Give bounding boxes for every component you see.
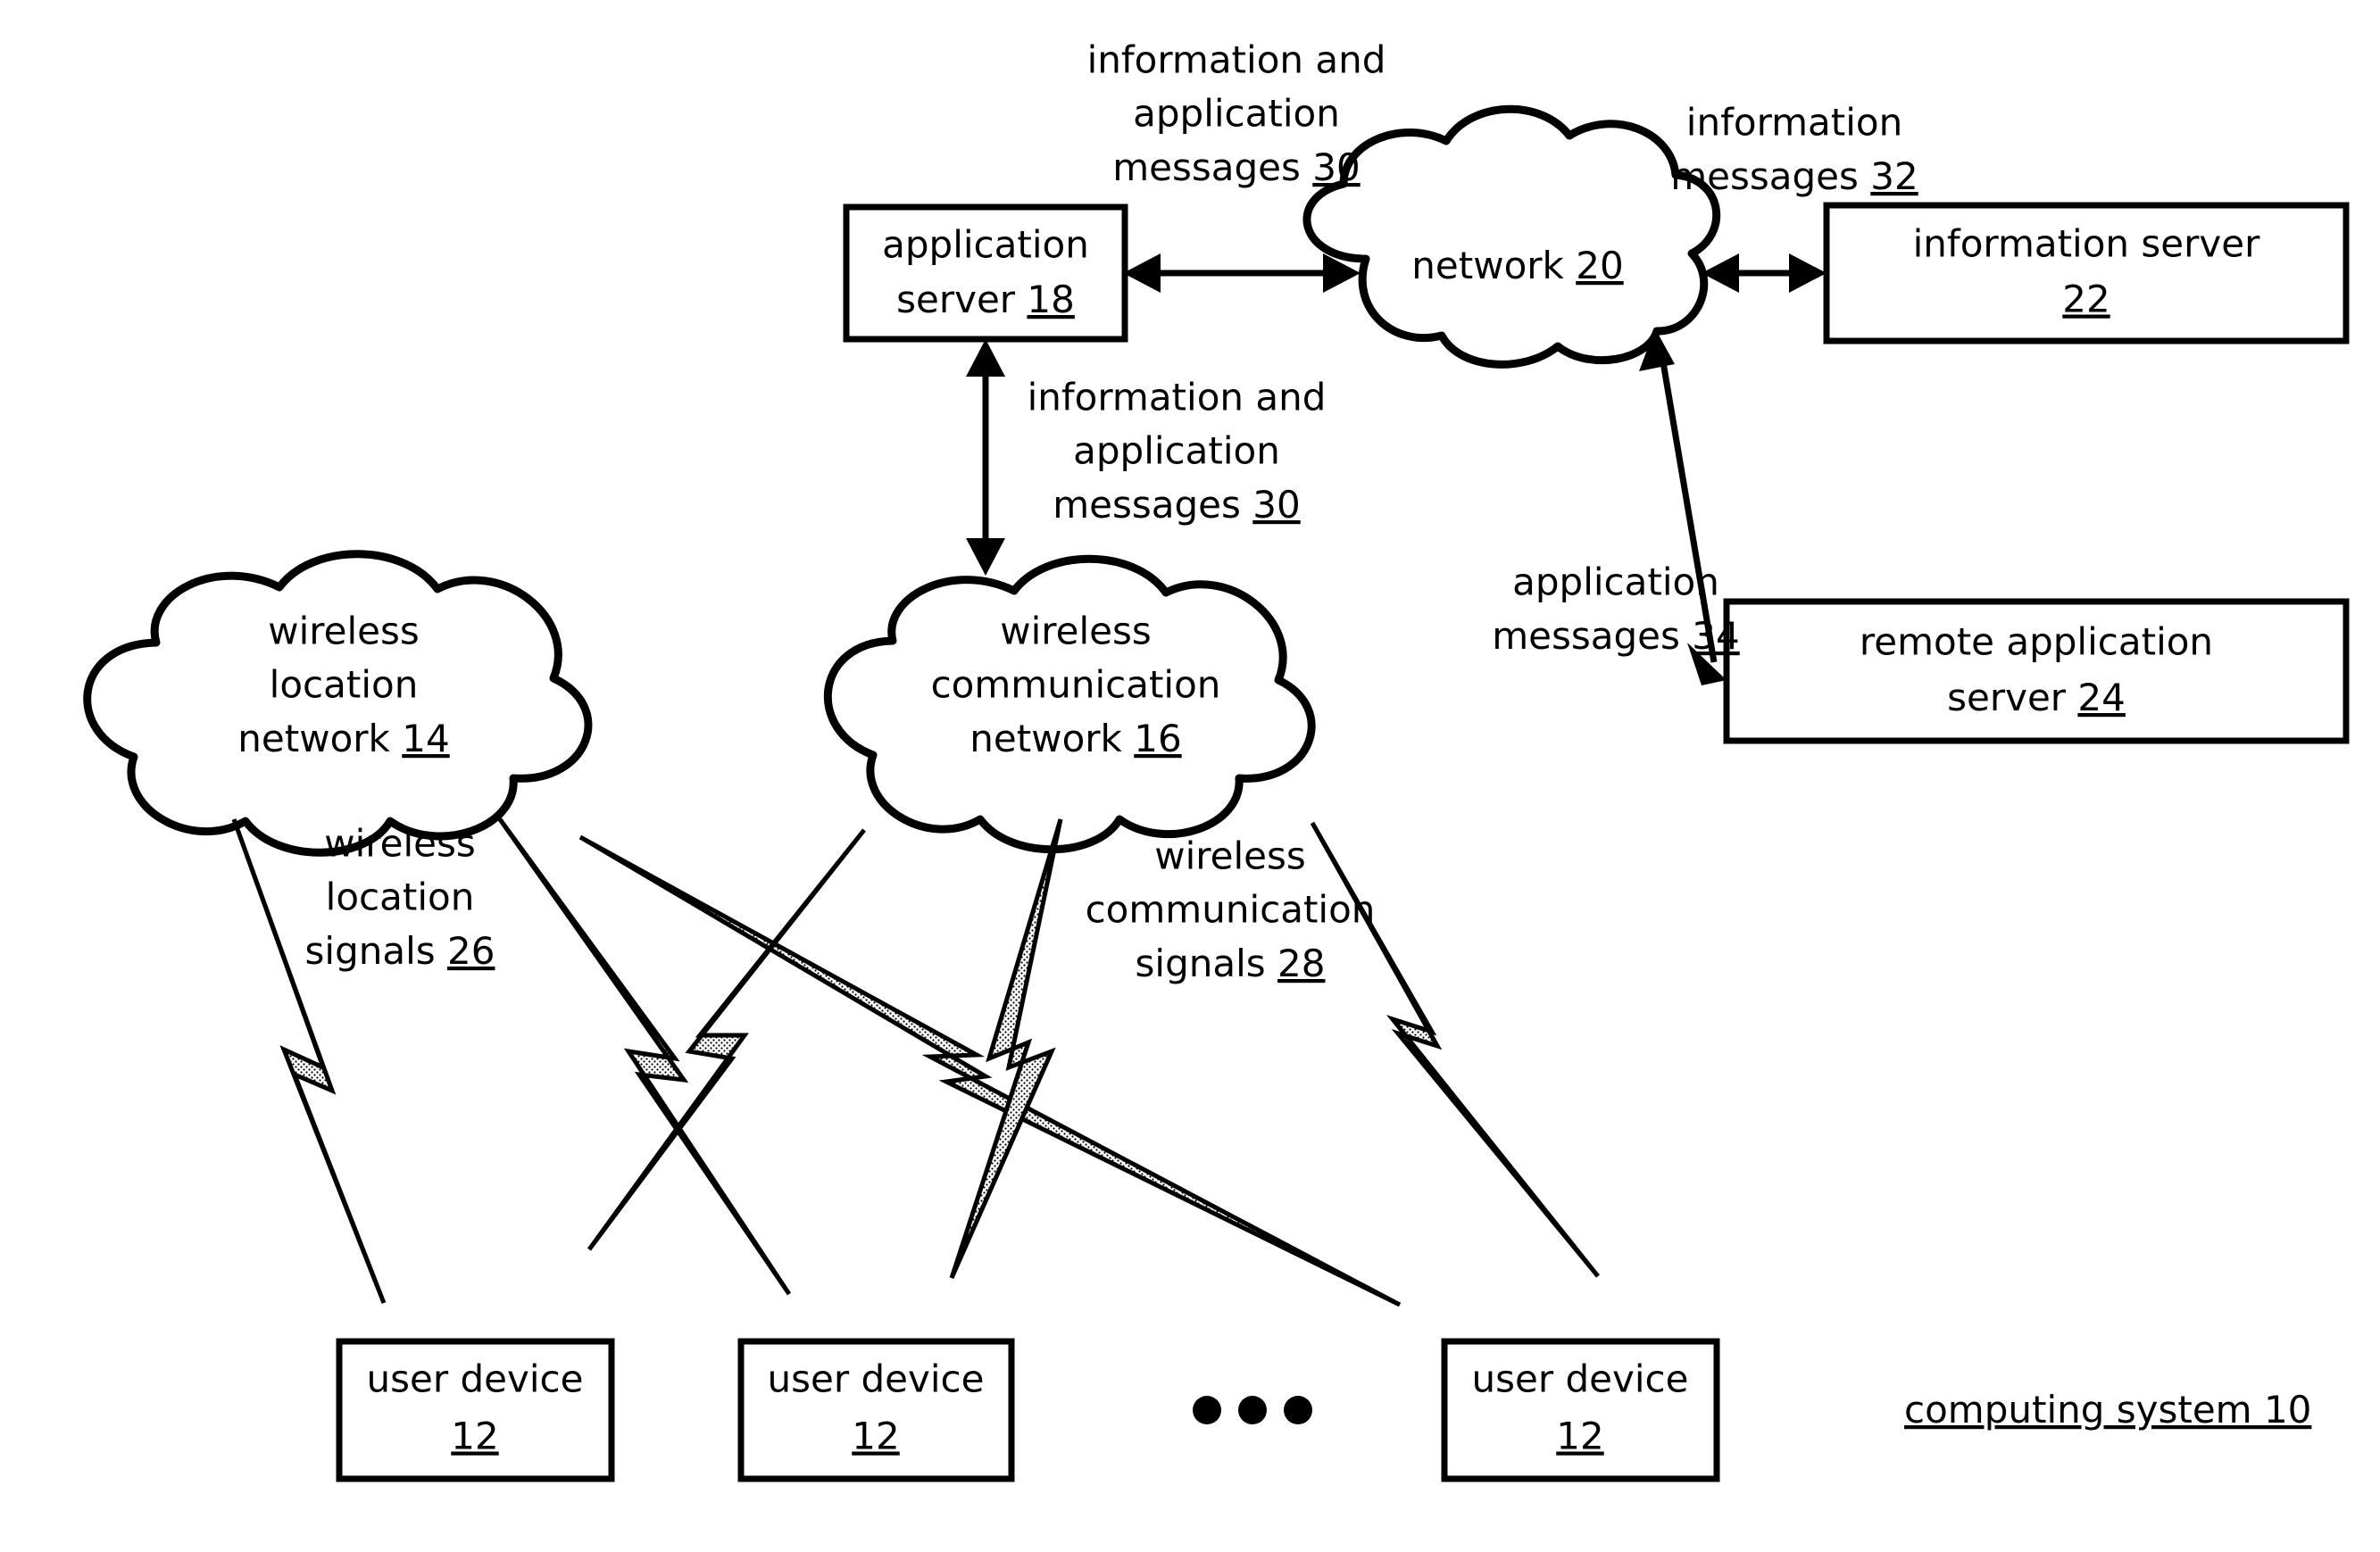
node-remote-application-server[interactable]: remote application server 24 bbox=[1723, 598, 2350, 744]
network-infoserver-arrow-right bbox=[1789, 253, 1827, 293]
appserver-wcn-label-line1: information and bbox=[1028, 376, 1327, 419]
network-ref: 20 bbox=[1576, 244, 1623, 287]
label-appserver-wcn-messages: information and application messages 30 bbox=[1028, 376, 1327, 527]
wireless-communication-signals-label-line1: wireless bbox=[1154, 834, 1305, 878]
remote-application-server-label-line1: remote application bbox=[1860, 620, 2213, 664]
wireless-location-signal-bolt-2 bbox=[497, 817, 792, 1296]
appserver-network-label-line3: messages 30 bbox=[1112, 145, 1360, 189]
user-device-3-ref: 12 bbox=[1556, 1415, 1603, 1458]
network-cloud-shape bbox=[1302, 104, 1721, 369]
appserver-wcn-label-line3-text: messages bbox=[1053, 483, 1241, 527]
user-device-1-ref: 12 bbox=[451, 1415, 498, 1458]
label-network-infoserver-messages: information messages 32 bbox=[1670, 101, 1918, 198]
information-server-label: information server bbox=[1913, 222, 2260, 266]
appserver-network-label-line2: application bbox=[1133, 92, 1340, 136]
network-remoteserver-label-line2: messages 34 bbox=[1492, 614, 1739, 658]
appserver-wcn-label-ref: 30 bbox=[1252, 483, 1300, 527]
wireless-communication-network-label-line3-text: network bbox=[969, 717, 1122, 760]
wireless-location-signals-label-line3-text: signals bbox=[305, 929, 436, 973]
network-label-text: network bbox=[1411, 244, 1564, 287]
appserver-wcn-arrow-up bbox=[966, 339, 1005, 377]
wireless-communication-signals-label-line2: communication bbox=[1086, 888, 1376, 932]
application-server-ref: 18 bbox=[1027, 278, 1074, 321]
network-infoserver-label-line2-text: messages bbox=[1670, 154, 1859, 198]
wireless-location-signals-label-ref: 26 bbox=[447, 929, 495, 973]
node-user-device-1[interactable]: user device 12 bbox=[336, 1338, 615, 1482]
node-user-device-2[interactable]: user device 12 bbox=[737, 1338, 1015, 1482]
wireless-location-network-label-line2: location bbox=[270, 663, 419, 707]
application-server-label-line2-text: server bbox=[896, 278, 1016, 321]
wireless-location-signals-label-line1: wireless bbox=[324, 822, 475, 866]
wireless-location-network-label-line3-text: network bbox=[237, 717, 390, 760]
network-remoteserver-label-line2-text: messages bbox=[1492, 614, 1680, 658]
ellipsis-dot-1 bbox=[1193, 1396, 1221, 1424]
user-device-1-label: user device bbox=[367, 1357, 584, 1401]
ellipsis-dot-3 bbox=[1284, 1396, 1312, 1424]
connection-network-infoserver bbox=[1702, 253, 1827, 293]
appserver-network-label-line3-text: messages bbox=[1112, 145, 1301, 189]
appserver-wcn-arrow-down bbox=[966, 538, 1005, 576]
wireless-location-network-label-line3: network 14 bbox=[237, 717, 449, 760]
appserver-network-label-ref: 30 bbox=[1312, 145, 1360, 189]
network-remoteserver-label-line1: application bbox=[1512, 560, 1719, 604]
user-device-2-label: user device bbox=[768, 1357, 985, 1401]
appserver-wcn-label-line3: messages 30 bbox=[1053, 483, 1300, 527]
appserver-wcn-label-line2: application bbox=[1073, 429, 1280, 473]
connection-appserver-wcn bbox=[966, 339, 1005, 576]
user-device-2-ref: 12 bbox=[852, 1415, 899, 1458]
user-device-3-label: user device bbox=[1472, 1357, 1689, 1401]
network-label: network 20 bbox=[1411, 244, 1623, 287]
wireless-communication-signals-label-line3: signals 28 bbox=[1136, 942, 1326, 985]
label-appserver-network-messages: information and application messages 30 bbox=[1087, 38, 1386, 189]
node-information-server[interactable]: information server 22 bbox=[1823, 202, 2350, 344]
node-user-device-3[interactable]: user device 12 bbox=[1441, 1338, 1720, 1482]
network-infoserver-label-line1: information bbox=[1686, 101, 1902, 145]
application-server-label-line2: server 18 bbox=[896, 278, 1075, 321]
appserver-network-label-line1: information and bbox=[1087, 38, 1386, 82]
figure-caption: computing system 10 bbox=[1904, 1388, 2311, 1432]
label-wireless-location-signals: wireless location signals 26 bbox=[305, 822, 495, 973]
patent-figure-diagram: application server 18 network 20 informa… bbox=[83, 38, 2350, 1482]
user-devices-ellipsis bbox=[1193, 1396, 1312, 1424]
remote-application-server-label-line2-text: server bbox=[1947, 676, 2067, 719]
network-infoserver-label-ref: 32 bbox=[1870, 154, 1918, 198]
application-server-label-line1: application bbox=[882, 223, 1089, 267]
wireless-location-network-label-line1: wireless bbox=[268, 610, 419, 653]
network-remoteserver-label-ref: 34 bbox=[1692, 614, 1739, 658]
remote-application-server-ref: 24 bbox=[2077, 676, 2125, 719]
ellipsis-dot-2 bbox=[1238, 1396, 1267, 1424]
connection-appserver-network bbox=[1123, 253, 1361, 293]
appserver-network-arrow-left bbox=[1123, 253, 1161, 293]
network-infoserver-label-line2: messages 32 bbox=[1670, 154, 1918, 198]
wireless-location-signals-label-line3: signals 26 bbox=[305, 929, 495, 973]
wireless-location-signals-label-line2: location bbox=[326, 876, 475, 919]
wireless-communication-network-label-line1: wireless bbox=[1000, 610, 1151, 653]
node-network-cloud[interactable]: network 20 bbox=[1302, 104, 1721, 369]
wireless-communication-network-ref: 16 bbox=[1134, 717, 1181, 760]
wireless-communication-network-label-line3: network 16 bbox=[969, 717, 1181, 760]
node-wireless-location-network[interactable]: wireless location network 14 bbox=[83, 550, 593, 857]
wireless-location-network-ref: 14 bbox=[402, 717, 449, 760]
wireless-communication-signals-label-ref: 28 bbox=[1277, 942, 1325, 985]
node-wireless-communication-network[interactable]: wireless communication network 16 bbox=[823, 554, 1316, 854]
node-application-server[interactable]: application server 18 bbox=[843, 203, 1128, 343]
wireless-communication-network-label-line2: communication bbox=[931, 663, 1221, 707]
remote-application-server-label-line2: server 24 bbox=[1947, 676, 2126, 719]
figure-root: application server 18 network 20 informa… bbox=[0, 0, 2380, 1552]
wireless-communication-signals-label-line3-text: signals bbox=[1136, 942, 1266, 985]
information-server-ref: 22 bbox=[2062, 278, 2110, 321]
wireless-communication-signal-bolt-1 bbox=[587, 828, 866, 1251]
